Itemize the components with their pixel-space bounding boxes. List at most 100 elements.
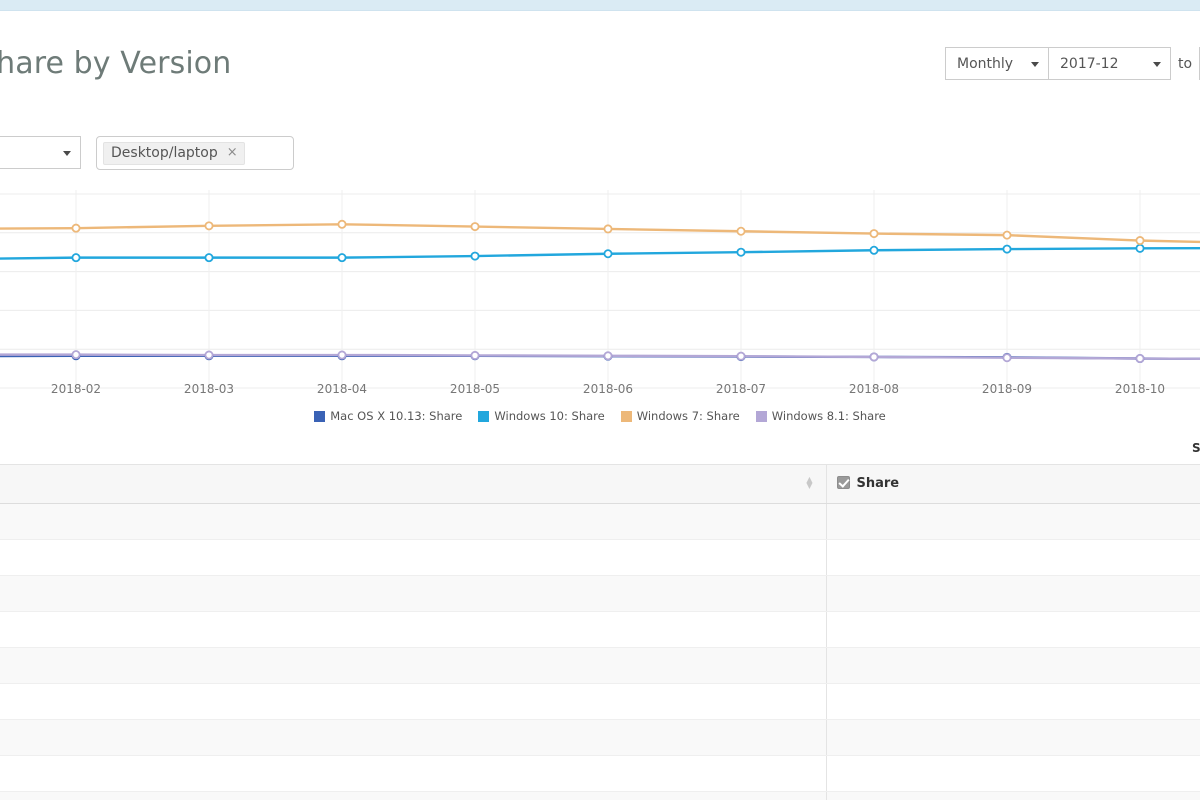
chart-data-point[interactable] [736,247,746,257]
chart-legend-label: Windows 10: Share [494,409,605,423]
chart-x-tick-label: 2018-08 [848,382,900,396]
period-controls: Monthly 2017-12 to [945,47,1200,80]
device-multiselect[interactable]: Desktop/laptop × [96,136,294,170]
table-row[interactable] [0,503,1200,540]
table-cell-share [825,683,1200,720]
period-from-select[interactable]: 2017-12 [1049,47,1171,80]
chart-data-point[interactable] [470,222,480,232]
chart-data-point[interactable] [736,351,746,361]
legend-swatch-icon [314,410,326,422]
chart-data-point[interactable] [1002,353,1012,363]
table-row[interactable] [0,755,1200,792]
chart-data-point[interactable] [869,352,879,362]
table-row[interactable] [0,791,1200,800]
chart-x-axis: 2018-02 2018-03 2018-04 2018-05 2018-06 2018-… [0,382,1200,400]
chart-data-point[interactable] [1002,244,1012,254]
chart-legend-item[interactable]: Windows 8.1: Share [755,409,886,423]
chart-data-point[interactable] [71,223,81,233]
period-from-value: 2017-12 [1060,55,1119,72]
chart-x-tick-label: 2018-02 [50,382,102,396]
granularity-select-value: Monthly [957,55,1014,72]
chart-data-point[interactable] [337,253,347,263]
chart-x-tick-label: 2018-05 [449,382,501,396]
chart-data-point[interactable] [1002,230,1012,240]
chart-data-point[interactable] [603,351,613,361]
legend-swatch-icon [478,410,490,422]
table-column-share[interactable]: Share [825,465,1200,504]
chart-legend-label: Windows 8.1: Share [771,409,886,423]
chart-data-point[interactable] [1135,354,1145,364]
chart-data-point[interactable] [204,253,214,263]
table-row[interactable] [0,539,1200,576]
chart-legend-item[interactable]: Mac OS X 10.13: Share [314,409,462,423]
chart-data-point[interactable] [869,229,879,239]
device-type-select[interactable]: n [0,136,81,169]
table-column-share-label: Share [856,476,900,492]
filter-row: n Desktop/laptop × [0,136,294,170]
clipped-edge-label: S [1192,441,1200,455]
table-row[interactable] [0,719,1200,756]
table-cell-share [825,503,1200,540]
chart-x-tick-label: 2018-04 [316,382,368,396]
chart-data-point[interactable] [470,350,480,360]
granularity-select[interactable]: Monthly [945,47,1049,80]
table-cell-name [0,575,826,612]
chart-data-point[interactable] [71,253,81,263]
table-body [0,503,1200,800]
chevron-down-icon [63,150,71,156]
table-row[interactable] [0,611,1200,648]
chart-canvas [0,190,1200,390]
chart-x-tick-label: 2018-10 [1114,382,1166,396]
checkbox-checked-icon[interactable] [836,476,850,490]
table-cell-share [825,719,1200,756]
sort-arrows-icon[interactable]: ▲ ▼ [806,475,814,491]
table-cell-name [0,791,826,800]
chart-legend-label: Mac OS X 10.13: Share [330,409,463,423]
table-cell-name [0,611,826,648]
chart-data-point[interactable] [1135,236,1145,246]
page-title: m Share by Version [0,46,232,81]
chart-x-tick-label: 2018-03 [183,382,235,396]
chart-data-point[interactable] [204,350,214,360]
chart-x-tick-label: 2018-07 [715,382,767,396]
chart-data-point[interactable] [204,221,214,231]
table-row[interactable] [0,575,1200,612]
table-cell-share [825,575,1200,612]
table-row[interactable] [0,683,1200,720]
table-cell-share [825,791,1200,800]
chart-data-point[interactable] [869,245,879,255]
chart-data-point[interactable] [470,251,480,261]
chart-data-point[interactable] [603,224,613,234]
chevron-down-icon [1153,61,1161,67]
close-icon[interactable]: × [227,146,238,159]
chart-data-point[interactable] [337,350,347,360]
table-header-row: ▲ ▼ Share [0,465,1200,504]
data-table-container[interactable]: ▲ ▼ Share [0,464,1200,800]
chart-data-point[interactable] [603,249,613,259]
table-row[interactable] [0,647,1200,684]
share-line-chart [0,190,1200,390]
chart-x-tick-label: 2018-06 [582,382,634,396]
chart-legend-label: Windows 7: Share [636,409,740,423]
chart-data-point[interactable] [1135,243,1145,253]
device-tag-label: Desktop/laptop [111,144,218,161]
table-head: ▲ ▼ Share [0,465,1200,504]
table-cell-name [0,719,826,756]
chart-legend: Mac OS X 10.13: Share Windows 10: Share Wi… [0,409,1200,423]
chart-series-line [0,223,1200,244]
chart-data-point[interactable] [736,226,746,236]
chart-legend-item[interactable]: Windows 7: Share [620,409,740,423]
legend-swatch-icon [755,410,767,422]
table-cell-name [0,647,826,684]
device-tag[interactable]: Desktop/laptop × [103,141,245,165]
top-accent-bar [0,0,1200,11]
chart-data-point[interactable] [71,350,81,360]
chart-legend-item[interactable]: Windows 10: Share [478,409,605,423]
table-cell-share [825,647,1200,684]
table-cell-share [825,539,1200,576]
chart-data-point[interactable] [337,219,347,229]
legend-swatch-icon [620,410,632,422]
table-column-name[interactable]: ▲ ▼ [0,465,826,504]
data-table: ▲ ▼ Share [0,465,1200,800]
period-to-label: to [1178,55,1193,72]
